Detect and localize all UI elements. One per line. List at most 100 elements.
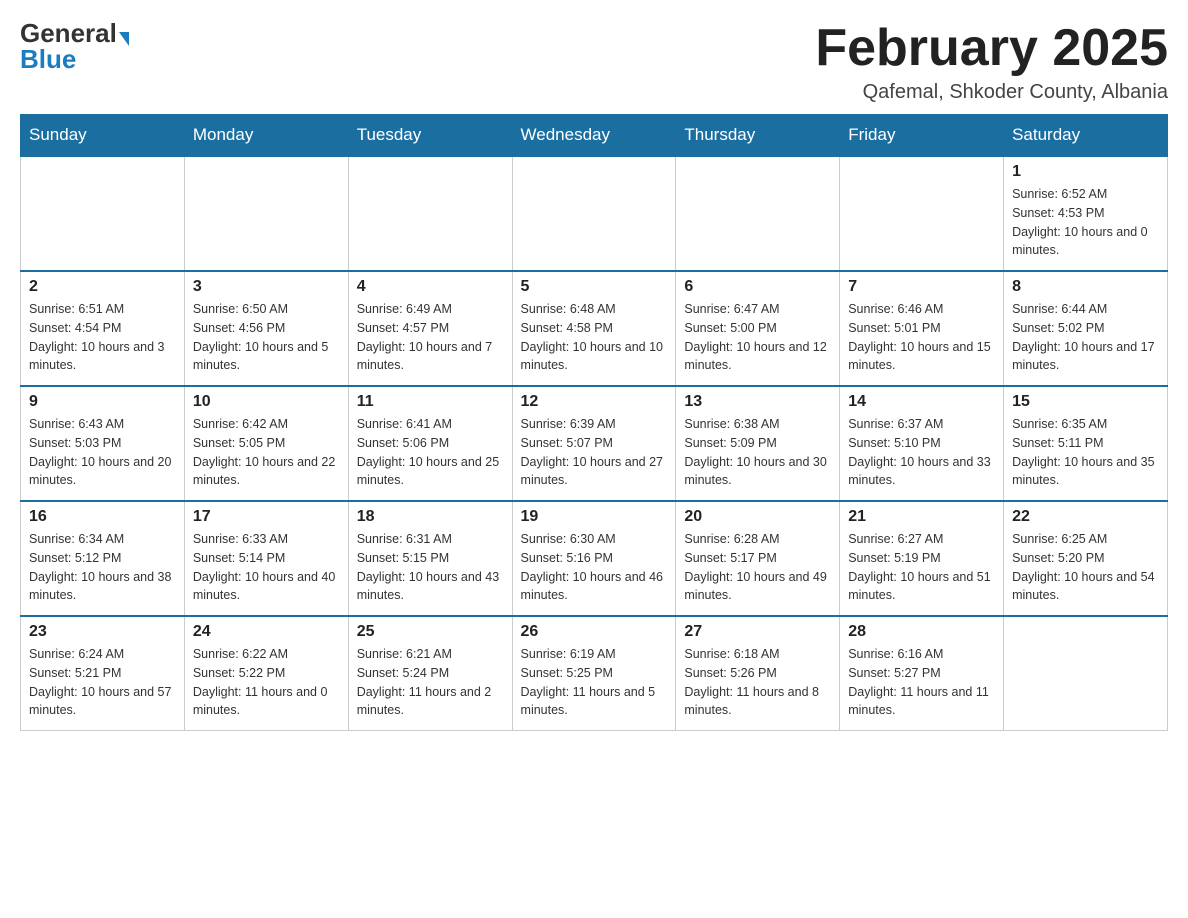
day-of-week-wednesday: Wednesday	[512, 115, 676, 157]
logo-blue-text: Blue	[20, 46, 76, 72]
day-number: 13	[684, 393, 831, 411]
day-number: 18	[357, 508, 504, 526]
day-number: 10	[193, 393, 340, 411]
calendar-cell: 17 Sunrise: 6:33 AMSunset: 5:14 PMDayligh…	[184, 501, 348, 616]
day-number: 2	[29, 278, 176, 296]
day-info: Sunrise: 6:37 AMSunset: 5:10 PMDaylight:…	[848, 415, 995, 490]
day-info: Sunrise: 6:28 AMSunset: 5:17 PMDaylight:…	[684, 530, 831, 605]
day-number: 19	[521, 508, 668, 526]
calendar-cell	[348, 156, 512, 271]
page-header: General Blue February 2025 Qafemal, Shko…	[20, 20, 1168, 104]
day-info: Sunrise: 6:44 AMSunset: 5:02 PMDaylight:…	[1012, 300, 1159, 375]
day-number: 20	[684, 508, 831, 526]
day-number: 12	[521, 393, 668, 411]
day-number: 1	[1012, 163, 1159, 181]
calendar-cell: 5 Sunrise: 6:48 AMSunset: 4:58 PMDaylight…	[512, 271, 676, 386]
calendar-cell: 26 Sunrise: 6:19 AMSunset: 5:25 PMDayligh…	[512, 616, 676, 731]
month-title: February 2025	[815, 20, 1168, 77]
day-info: Sunrise: 6:51 AMSunset: 4:54 PMDaylight:…	[29, 300, 176, 375]
day-info: Sunrise: 6:35 AMSunset: 5:11 PMDaylight:…	[1012, 415, 1159, 490]
day-number: 6	[684, 278, 831, 296]
day-of-week-sunday: Sunday	[21, 115, 185, 157]
week-row-1: 2 Sunrise: 6:51 AMSunset: 4:54 PMDaylight…	[21, 271, 1168, 386]
day-of-week-friday: Friday	[840, 115, 1004, 157]
day-number: 8	[1012, 278, 1159, 296]
day-number: 15	[1012, 393, 1159, 411]
day-number: 5	[521, 278, 668, 296]
day-of-week-saturday: Saturday	[1004, 115, 1168, 157]
day-number: 22	[1012, 508, 1159, 526]
day-info: Sunrise: 6:43 AMSunset: 5:03 PMDaylight:…	[29, 415, 176, 490]
location-text: Qafemal, Shkoder County, Albania	[815, 81, 1168, 104]
calendar-cell	[676, 156, 840, 271]
calendar-cell: 13 Sunrise: 6:38 AMSunset: 5:09 PMDayligh…	[676, 386, 840, 501]
calendar-cell	[1004, 616, 1168, 731]
calendar-cell: 14 Sunrise: 6:37 AMSunset: 5:10 PMDayligh…	[840, 386, 1004, 501]
day-of-week-thursday: Thursday	[676, 115, 840, 157]
day-info: Sunrise: 6:18 AMSunset: 5:26 PMDaylight:…	[684, 645, 831, 720]
day-number: 17	[193, 508, 340, 526]
day-info: Sunrise: 6:24 AMSunset: 5:21 PMDaylight:…	[29, 645, 176, 720]
calendar-cell: 1 Sunrise: 6:52 AMSunset: 4:53 PMDaylight…	[1004, 156, 1168, 271]
day-number: 23	[29, 623, 176, 641]
day-info: Sunrise: 6:47 AMSunset: 5:00 PMDaylight:…	[684, 300, 831, 375]
day-number: 14	[848, 393, 995, 411]
calendar-cell: 12 Sunrise: 6:39 AMSunset: 5:07 PMDayligh…	[512, 386, 676, 501]
day-info: Sunrise: 6:46 AMSunset: 5:01 PMDaylight:…	[848, 300, 995, 375]
day-info: Sunrise: 6:39 AMSunset: 5:07 PMDaylight:…	[521, 415, 668, 490]
day-info: Sunrise: 6:27 AMSunset: 5:19 PMDaylight:…	[848, 530, 995, 605]
title-block: February 2025 Qafemal, Shkoder County, A…	[815, 20, 1168, 104]
day-number: 26	[521, 623, 668, 641]
day-number: 9	[29, 393, 176, 411]
day-info: Sunrise: 6:38 AMSunset: 5:09 PMDaylight:…	[684, 415, 831, 490]
day-number: 16	[29, 508, 176, 526]
day-info: Sunrise: 6:16 AMSunset: 5:27 PMDaylight:…	[848, 645, 995, 720]
day-info: Sunrise: 6:25 AMSunset: 5:20 PMDaylight:…	[1012, 530, 1159, 605]
calendar-cell	[840, 156, 1004, 271]
calendar-cell: 16 Sunrise: 6:34 AMSunset: 5:12 PMDayligh…	[21, 501, 185, 616]
calendar-cell: 15 Sunrise: 6:35 AMSunset: 5:11 PMDayligh…	[1004, 386, 1168, 501]
day-info: Sunrise: 6:22 AMSunset: 5:22 PMDaylight:…	[193, 645, 340, 720]
calendar-header: SundayMondayTuesdayWednesdayThursdayFrid…	[21, 115, 1168, 157]
logo-general-text: General	[20, 20, 117, 46]
day-number: 25	[357, 623, 504, 641]
day-number: 27	[684, 623, 831, 641]
week-row-2: 9 Sunrise: 6:43 AMSunset: 5:03 PMDaylight…	[21, 386, 1168, 501]
calendar-cell: 28Sunrise: 6:16 AMSunset: 5:27 PMDayligh…	[840, 616, 1004, 731]
calendar-cell: 8 Sunrise: 6:44 AMSunset: 5:02 PMDaylight…	[1004, 271, 1168, 386]
day-number: 24	[193, 623, 340, 641]
calendar-cell	[512, 156, 676, 271]
day-info: Sunrise: 6:33 AMSunset: 5:14 PMDaylight:…	[193, 530, 340, 605]
calendar-cell: 10 Sunrise: 6:42 AMSunset: 5:05 PMDayligh…	[184, 386, 348, 501]
week-row-3: 16 Sunrise: 6:34 AMSunset: 5:12 PMDayligh…	[21, 501, 1168, 616]
day-info: Sunrise: 6:50 AMSunset: 4:56 PMDaylight:…	[193, 300, 340, 375]
week-row-4: 23 Sunrise: 6:24 AMSunset: 5:21 PMDayligh…	[21, 616, 1168, 731]
calendar-cell	[21, 156, 185, 271]
calendar-cell: 21 Sunrise: 6:27 AMSunset: 5:19 PMDayligh…	[840, 501, 1004, 616]
calendar-cell: 2 Sunrise: 6:51 AMSunset: 4:54 PMDaylight…	[21, 271, 185, 386]
day-info: Sunrise: 6:42 AMSunset: 5:05 PMDaylight:…	[193, 415, 340, 490]
calendar-cell	[184, 156, 348, 271]
day-info: Sunrise: 6:48 AMSunset: 4:58 PMDaylight:…	[521, 300, 668, 375]
day-info: Sunrise: 6:49 AMSunset: 4:57 PMDaylight:…	[357, 300, 504, 375]
week-row-0: 1 Sunrise: 6:52 AMSunset: 4:53 PMDaylight…	[21, 156, 1168, 271]
calendar-cell: 25 Sunrise: 6:21 AMSunset: 5:24 PMDayligh…	[348, 616, 512, 731]
day-info: Sunrise: 6:19 AMSunset: 5:25 PMDaylight:…	[521, 645, 668, 720]
day-info: Sunrise: 6:30 AMSunset: 5:16 PMDaylight:…	[521, 530, 668, 605]
calendar-cell: 6 Sunrise: 6:47 AMSunset: 5:00 PMDaylight…	[676, 271, 840, 386]
calendar-body: 1 Sunrise: 6:52 AMSunset: 4:53 PMDaylight…	[21, 156, 1168, 731]
day-info: Sunrise: 6:21 AMSunset: 5:24 PMDaylight:…	[357, 645, 504, 720]
day-number: 11	[357, 393, 504, 411]
day-of-week-tuesday: Tuesday	[348, 115, 512, 157]
day-info: Sunrise: 6:34 AMSunset: 5:12 PMDaylight:…	[29, 530, 176, 605]
calendar-cell: 22 Sunrise: 6:25 AMSunset: 5:20 PMDayligh…	[1004, 501, 1168, 616]
calendar-cell: 20 Sunrise: 6:28 AMSunset: 5:17 PMDayligh…	[676, 501, 840, 616]
day-info: Sunrise: 6:52 AMSunset: 4:53 PMDaylight:…	[1012, 185, 1159, 260]
day-of-week-monday: Monday	[184, 115, 348, 157]
calendar-cell: 4Sunrise: 6:49 AMSunset: 4:57 PMDaylight…	[348, 271, 512, 386]
calendar-cell: 27 Sunrise: 6:18 AMSunset: 5:26 PMDayligh…	[676, 616, 840, 731]
day-number: 21	[848, 508, 995, 526]
day-info: Sunrise: 6:31 AMSunset: 5:15 PMDaylight:…	[357, 530, 504, 605]
calendar-table: SundayMondayTuesdayWednesdayThursdayFrid…	[20, 114, 1168, 731]
calendar-cell: 9 Sunrise: 6:43 AMSunset: 5:03 PMDaylight…	[21, 386, 185, 501]
